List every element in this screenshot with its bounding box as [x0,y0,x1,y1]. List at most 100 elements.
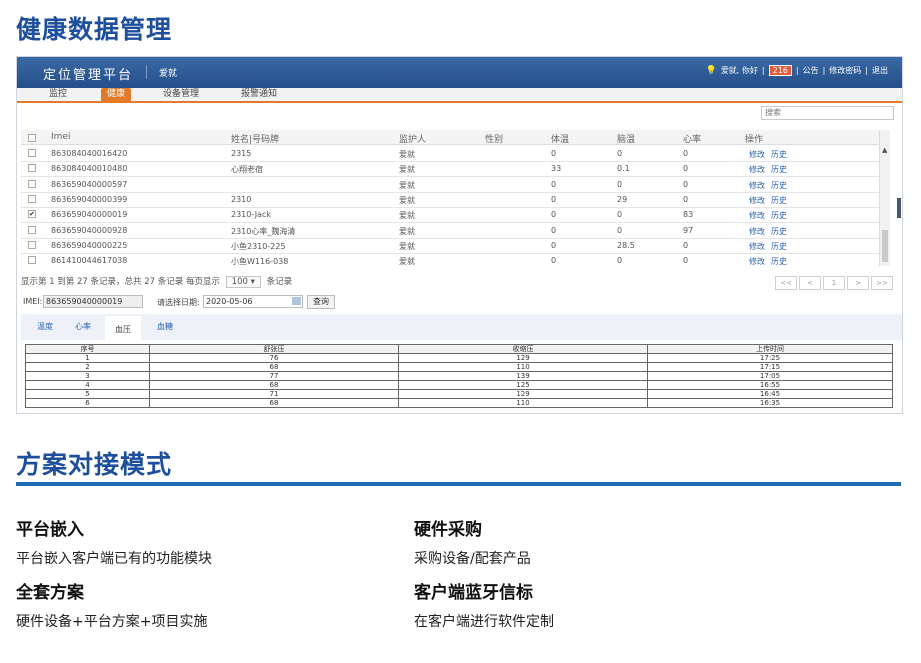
cell-imei: 863659040000928 [51,225,128,235]
tab-blood-sugar[interactable]: 血糖 [157,321,173,332]
mode-block: 客户端蓝牙信标 在客户端进行软件定制 [414,578,554,631]
row-checkbox[interactable] [28,225,36,234]
cell-guardian: 爱就 [399,211,415,221]
select-all-checkbox[interactable] [28,134,36,142]
scroll-up-icon[interactable]: ▲ [882,146,887,154]
grid-scrollbar[interactable]: ▲ [879,130,890,266]
table-row[interactable]: 861410044617038 小鱼W116-038 爱就 0 0 0 修改 历史 [21,252,887,266]
search-input[interactable]: 搜索 [761,106,894,120]
cell-temperature: 0 [551,194,557,204]
tab-heart-rate[interactable]: 心率 [75,321,91,332]
first-page-button[interactable]: << [775,276,797,290]
calendar-icon[interactable] [292,297,301,305]
cell-brain-temp: 28.5 [617,240,635,250]
mode-title: 平台嵌入 [16,520,84,540]
separator: | [761,66,765,75]
history-link[interactable]: 历史 [771,242,787,251]
tab-temperature[interactable]: 温度 [37,321,53,332]
nav-alarm-notice[interactable]: 报警通知 [235,88,283,101]
table-row: 6 68 110 16:35 [25,398,893,408]
table-row: 3 77 139 17:05 [25,371,893,381]
col-name: 姓名|号码牌 [231,135,280,145]
col-imei: Imei [51,132,71,142]
cell-systolic: 139 [398,371,648,381]
cell-diastolic: 71 [149,389,399,399]
edit-link[interactable]: 修改 [749,257,765,266]
col-index: 序号 [25,344,150,354]
history-link[interactable]: 历史 [771,227,787,236]
last-page-button[interactable]: >> [871,276,893,290]
edit-link[interactable]: 修改 [749,196,765,205]
cell-index: 4 [25,380,150,390]
cell-temperature: 0 [551,225,557,235]
logout-link[interactable]: 退出 [872,65,888,76]
prev-page-button[interactable]: < [799,276,821,290]
history-link[interactable]: 历史 [771,181,787,190]
col-systolic: 收缩压 [398,344,648,354]
query-button[interactable]: 查询 [307,295,335,309]
change-password-link[interactable]: 修改密码 [829,65,861,76]
page-size-select[interactable]: 100 ▾ [225,276,261,288]
nav-device-management[interactable]: 设备管理 [157,88,205,101]
page-1-button[interactable]: 1 [823,276,845,290]
row-checkbox[interactable] [28,164,36,173]
section-divider [16,482,901,486]
row-checkbox[interactable] [28,256,36,265]
row-checkbox[interactable] [28,149,36,157]
edit-link[interactable]: 修改 [749,227,765,236]
history-link[interactable]: 历史 [771,165,787,174]
cell-guardian: 爱就 [399,150,415,159]
row-checkbox[interactable] [28,194,36,203]
section-title-modes: 方案对接模式 [16,450,173,479]
edit-link[interactable]: 修改 [749,165,765,174]
mode-title: 客户端蓝牙信标 [414,583,533,603]
mode-block: 全套方案 硬件设备+平台方案+项目实施 [16,578,207,631]
col-actions: 操作 [745,135,764,145]
cell-heart-rate: 97 [683,225,694,235]
edit-link[interactable]: 修改 [749,181,765,190]
date-field[interactable]: 2020-05-06 [203,295,303,308]
mode-desc: 平台嵌入客户端已有的功能模块 [16,551,212,567]
notice-link[interactable]: 公告 [803,65,819,76]
tab-blood-pressure[interactable]: 血压 [105,316,141,340]
app-screenshot: 定位管理平台 爱就 💡 爱就, 你好 | 216 | 公告 | 修改密码 | 退… [16,56,903,414]
cell-brain-temp: 29 [617,194,628,204]
cell-name: 2310-Jack [231,210,271,220]
separator: | [822,66,826,75]
cell-upload-time: 16:35 [647,398,893,408]
cell-imei: 861410044617038 [51,256,128,266]
history-link[interactable]: 历史 [771,211,787,220]
imei-field[interactable]: 863659040000019 [43,295,143,308]
pagination: << < 1 > >> [775,276,893,290]
cell-upload-time: 17:15 [647,362,893,372]
notification-count[interactable]: 216 [768,65,792,76]
cell-brain-temp: 0 [617,179,623,189]
row-checkbox[interactable]: ✔ [28,210,36,219]
row-checkbox[interactable] [28,179,36,188]
bulb-icon: 💡 [705,65,717,76]
row-actions: 修改 历史 [749,210,793,221]
user-bar: 💡 爱就, 你好 | 216 | 公告 | 修改密码 | 退出 [706,65,888,76]
grid-header: Imei 姓名|号码牌 监护人 性别 体温 脑温 心率 操作 [21,130,887,145]
scroll-thumb[interactable] [882,230,888,262]
cell-diastolic: 76 [149,353,399,363]
next-page-button[interactable]: > [847,276,869,290]
edit-link[interactable]: 修改 [749,150,765,159]
cell-temperature: 33 [551,164,562,174]
edit-link[interactable]: 修改 [749,211,765,220]
edit-link[interactable]: 修改 [749,242,765,251]
history-link[interactable]: 历史 [771,196,787,205]
cell-upload-time: 17:05 [647,371,893,381]
cell-imei: 863659040000597 [51,179,128,189]
cell-guardian: 爱就 [399,226,415,236]
cell-heart-rate: 0 [683,179,689,189]
col-heart-rate: 心率 [683,135,702,145]
cell-heart-rate: 0 [683,164,689,174]
device-grid: Imei 姓名|号码牌 监护人 性别 体温 脑温 心率 操作 863084040… [21,130,887,266]
row-checkbox[interactable] [28,240,36,249]
nav-health[interactable]: 健康 [101,88,132,101]
separator: | [795,66,799,75]
history-link[interactable]: 历史 [771,150,787,159]
history-link[interactable]: 历史 [771,257,787,266]
nav-monitor[interactable]: 监控 [43,88,73,101]
